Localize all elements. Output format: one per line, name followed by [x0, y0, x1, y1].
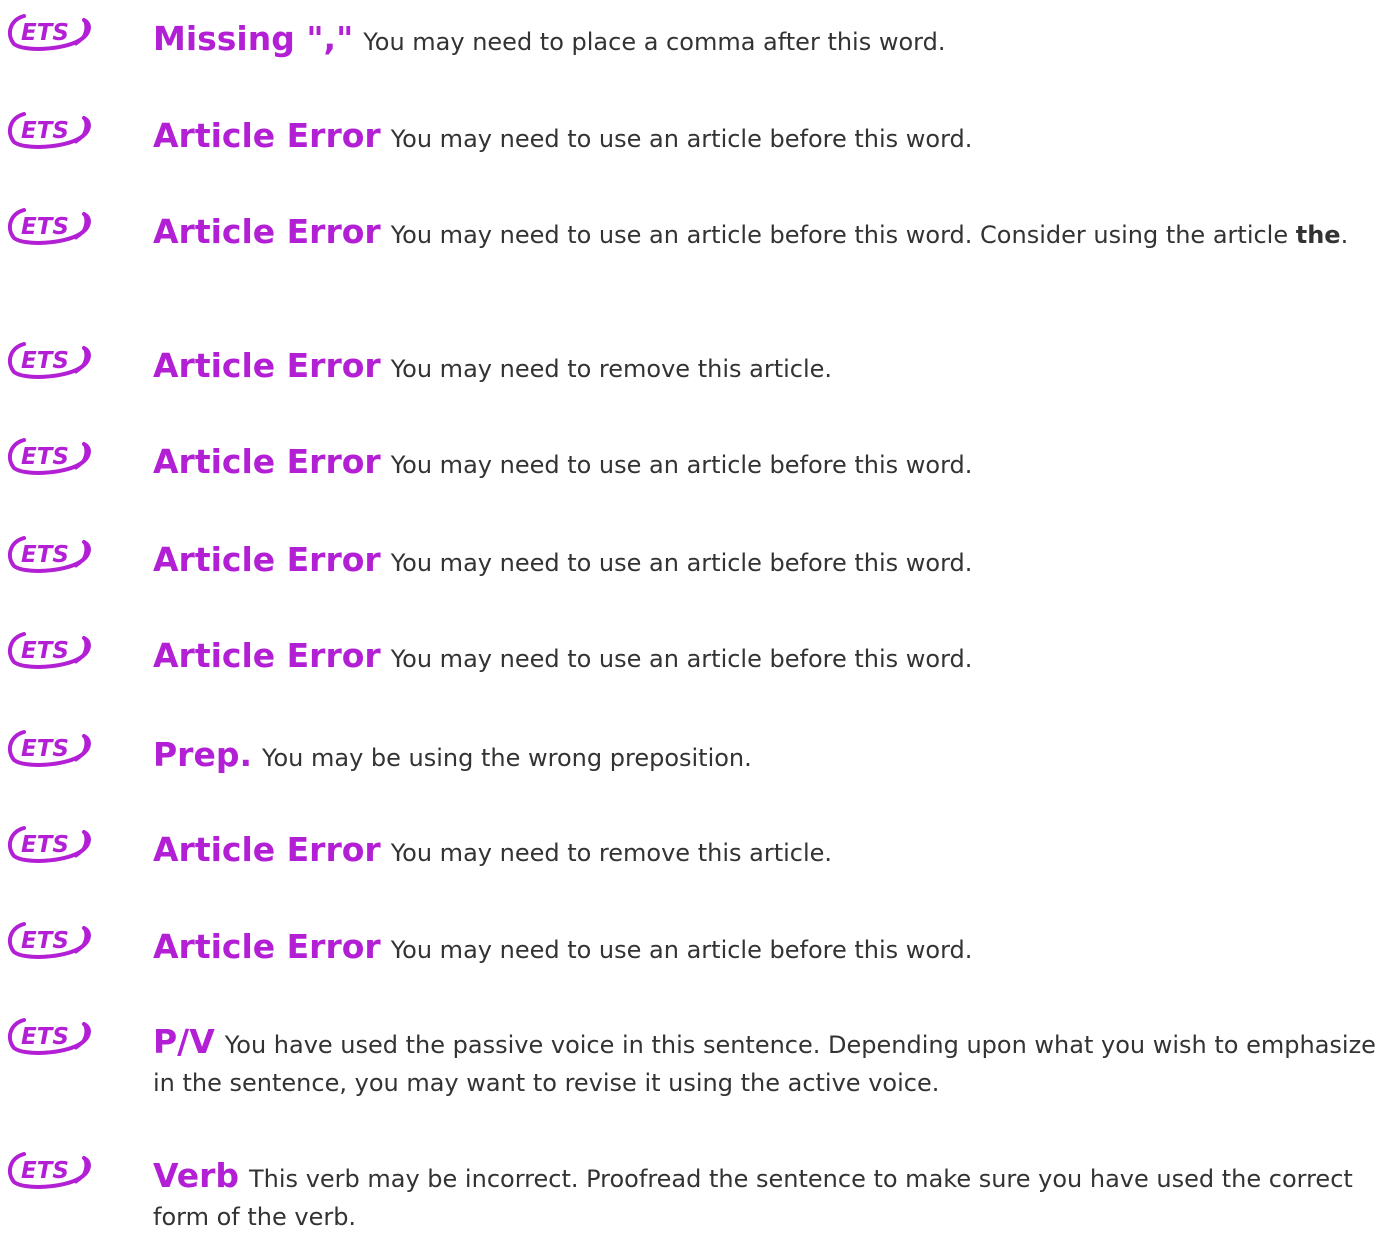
feedback-text: Article Error You may need to use an arti… [153, 541, 1393, 582]
ets-logo-graphic: ETS [7, 536, 91, 573]
feedback-description: You may need to use an article before th… [390, 221, 1296, 249]
logo-letters: ETS [21, 348, 69, 374]
feedback-text: Verb This verb may be incorrect. Proofrea… [153, 1157, 1393, 1236]
logo-letters: ETS [21, 214, 69, 240]
ets-logo-icon: ETS [4, 106, 96, 152]
feedback-description: You may need to use an article before th… [390, 645, 973, 673]
feedback-title: Article Error [153, 212, 381, 251]
ets-logo-icon: ETS [4, 432, 96, 478]
ets-logo-icon: ETS [4, 626, 96, 672]
feedback-title: Article Error [153, 116, 381, 155]
logo-letters: ETS [21, 118, 69, 144]
feedback-text: Article Error You may need to use an arti… [153, 213, 1393, 254]
feedback-title: Article Error [153, 346, 381, 385]
feedback-text: Article Error You may need to use an arti… [153, 117, 1393, 158]
feedback-title: Article Error [153, 927, 381, 966]
ets-logo-icon: ETS [4, 916, 96, 962]
suggested-article: the [1295, 221, 1341, 249]
feedback-description: You have used the passive voice in this … [153, 1031, 1376, 1097]
ets-logo-icon: ETS [4, 202, 96, 248]
ets-logo-graphic: ETS [7, 632, 91, 669]
ets-logo-icon: ETS [4, 820, 96, 866]
feedback-title: P/V [153, 1022, 215, 1061]
feedback-title: Prep. [153, 735, 252, 774]
ets-logo-icon: ETS [4, 530, 96, 576]
ets-logo-graphic: ETS [7, 208, 91, 245]
logo-letters: ETS [21, 832, 69, 858]
feedback-description: You may need to place a comma after this… [363, 28, 946, 56]
ets-logo-graphic: ETS [7, 922, 91, 959]
ets-logo-icon: ETS [4, 1012, 96, 1058]
ets-logo-graphic: ETS [7, 14, 91, 51]
logo-letters: ETS [21, 928, 69, 954]
feedback-text: Missing "," You may need to place a comma… [153, 20, 1393, 61]
feedback-trailing-text: . [1340, 221, 1349, 249]
logo-letters: ETS [21, 444, 69, 470]
feedback-description: This verb may be incorrect. Proofread th… [153, 1165, 1353, 1231]
feedback-title: Article Error [153, 830, 381, 869]
feedback-title: Article Error [153, 636, 381, 675]
feedback-title: Verb [153, 1156, 240, 1195]
feedback-text: P/V You have used the passive voice in th… [153, 1023, 1393, 1102]
feedback-description: You may need to use an article before th… [390, 451, 973, 479]
feedback-description: You may need to remove this article. [390, 355, 833, 383]
logo-letters: ETS [21, 638, 69, 664]
ets-logo-icon: ETS [4, 724, 96, 770]
feedback-text: Article Error You may need to remove this… [153, 347, 1393, 388]
feedback-text: Article Error You may need to use an arti… [153, 928, 1393, 969]
feedback-list: ETS Missing "," You may need to place a c… [0, 0, 1399, 1239]
ets-logo-graphic: ETS [7, 1152, 91, 1189]
feedback-text: Prep. You may be using the wrong preposit… [153, 736, 1393, 777]
logo-letters: ETS [21, 20, 69, 46]
ets-logo-icon: ETS [4, 8, 96, 54]
logo-letters: ETS [21, 1024, 69, 1050]
feedback-text: Article Error You may need to use an arti… [153, 637, 1393, 678]
logo-letters: ETS [21, 542, 69, 568]
feedback-text: Article Error You may need to use an arti… [153, 443, 1393, 484]
feedback-description: You may need to use an article before th… [390, 125, 973, 153]
ets-logo-graphic: ETS [7, 438, 91, 475]
ets-logo-graphic: ETS [7, 826, 91, 863]
feedback-title: Article Error [153, 442, 381, 481]
feedback-text: Article Error You may need to remove this… [153, 831, 1393, 872]
feedback-description: You may need to remove this article. [390, 839, 833, 867]
logo-letters: ETS [21, 736, 69, 762]
feedback-description: You may need to use an article before th… [390, 936, 973, 964]
ets-logo-icon: ETS [4, 1146, 96, 1192]
ets-logo-graphic: ETS [7, 112, 91, 149]
ets-logo-graphic: ETS [7, 342, 91, 379]
feedback-title: Article Error [153, 540, 381, 579]
ets-logo-icon: ETS [4, 336, 96, 382]
feedback-description: You may be using the wrong preposition. [262, 744, 752, 772]
ets-logo-graphic: ETS [7, 1018, 91, 1055]
logo-letters: ETS [21, 1158, 69, 1184]
feedback-title: Missing "," [153, 19, 354, 58]
feedback-description: You may need to use an article before th… [390, 549, 973, 577]
ets-logo-graphic: ETS [7, 730, 91, 767]
